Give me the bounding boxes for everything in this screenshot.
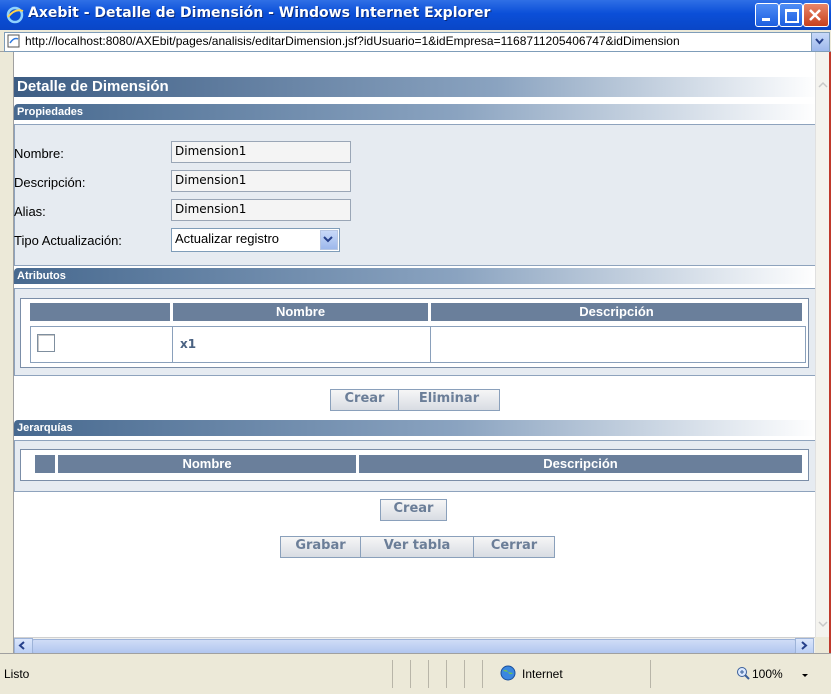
atributos-crear-button[interactable]: Crear	[330, 389, 399, 411]
chevron-down-icon	[815, 38, 824, 45]
address-dropdown-button[interactable]	[811, 32, 830, 52]
maximize-icon	[785, 9, 799, 23]
address-bar: http://localhost:8080/AXEbit/pages/anali…	[0, 30, 831, 52]
jerarquias-header: Jerarquías	[14, 420, 815, 436]
tipo-actualizacion-select[interactable]: Actualizar registro	[171, 228, 340, 252]
jerarquias-descripcion-header: Descripción	[359, 455, 802, 473]
alias-label: Alias:	[14, 204, 46, 219]
window-title: Axebit - Detalle de Dimensión - Windows …	[28, 5, 491, 21]
status-divider	[464, 660, 465, 688]
propiedades-header: Propiedades	[14, 104, 815, 120]
chevron-up-icon	[818, 81, 828, 88]
alias-field[interactable]: Dimension1	[171, 199, 351, 221]
atributos-select-column-header	[30, 303, 170, 321]
status-bar: Listo Internet 100%	[0, 653, 831, 694]
cerrar-button[interactable]: Cerrar	[473, 536, 555, 558]
nombre-field[interactable]: Dimension1	[171, 141, 351, 163]
select-dropdown-button[interactable]	[320, 230, 338, 250]
atributos-descripcion-header: Descripción	[431, 303, 802, 321]
minimize-icon	[762, 18, 770, 21]
status-divider	[428, 660, 429, 688]
chevron-down-icon	[323, 236, 333, 243]
tipo-actualizacion-value: Actualizar registro	[175, 231, 280, 246]
zoom-level: 100%	[752, 667, 783, 681]
status-divider	[392, 660, 393, 688]
minimize-button[interactable]	[755, 3, 779, 27]
address-field[interactable]: http://localhost:8080/AXEbit/pages/anali…	[4, 32, 812, 52]
chevron-down-icon	[802, 674, 808, 677]
atributos-header: Atributos	[14, 268, 815, 284]
status-divider	[446, 660, 447, 688]
close-button[interactable]	[803, 3, 829, 27]
page-title: Detalle de Dimensión	[14, 77, 815, 97]
page-content: Detalle de Dimensión Propiedades Nombre:…	[14, 52, 815, 637]
status-text: Listo	[4, 667, 30, 681]
descripcion-field[interactable]: Dimension1	[171, 170, 351, 192]
scroll-up-button[interactable]	[817, 78, 829, 92]
tipo-actualizacion-label: Tipo Actualización:	[14, 233, 122, 248]
maximize-button[interactable]	[779, 3, 803, 27]
scroll-corner	[815, 637, 829, 653]
status-divider	[482, 660, 483, 688]
jerarquias-select-column-header	[35, 455, 55, 473]
table-row	[30, 326, 174, 363]
vertical-scrollbar[interactable]	[815, 52, 829, 637]
chevron-right-icon	[801, 641, 808, 650]
status-divider	[650, 660, 651, 688]
atributos-eliminar-button[interactable]: Eliminar	[398, 389, 500, 411]
atributo-nombre-value[interactable]: x1	[180, 337, 196, 351]
globe-icon	[500, 665, 516, 681]
ie-icon	[6, 6, 24, 24]
window-left-frame	[0, 52, 14, 653]
window-titlebar: Axebit - Detalle de Dimensión - Windows …	[0, 0, 831, 30]
ver-tabla-button[interactable]: Ver tabla	[360, 536, 474, 558]
atributos-nombre-header: Nombre	[173, 303, 428, 321]
chevron-left-icon	[18, 641, 25, 650]
propiedades-panel	[14, 124, 815, 266]
atributo-descripcion-cell	[430, 326, 806, 363]
zoom-icon	[737, 667, 750, 680]
zoom-control[interactable]: 100%	[736, 664, 822, 684]
scroll-thumb[interactable]	[32, 639, 796, 654]
jerarquias-crear-button[interactable]: Crear	[380, 499, 447, 521]
page-icon	[7, 34, 20, 48]
address-url[interactable]: http://localhost:8080/AXEbit/pages/anali…	[25, 34, 680, 48]
grabar-button[interactable]: Grabar	[280, 536, 361, 558]
atributo-nombre-cell[interactable]: x1	[172, 326, 432, 363]
row-checkbox[interactable]	[37, 334, 55, 352]
scroll-down-button[interactable]	[817, 617, 829, 631]
status-divider	[410, 660, 411, 688]
chevron-down-icon	[818, 621, 828, 628]
horizontal-scrollbar[interactable]	[14, 637, 815, 655]
descripcion-label: Descripción:	[14, 175, 86, 190]
close-icon	[809, 9, 821, 21]
nombre-label: Nombre:	[14, 146, 64, 161]
jerarquias-nombre-header: Nombre	[58, 455, 356, 473]
zone-label: Internet	[522, 667, 563, 681]
